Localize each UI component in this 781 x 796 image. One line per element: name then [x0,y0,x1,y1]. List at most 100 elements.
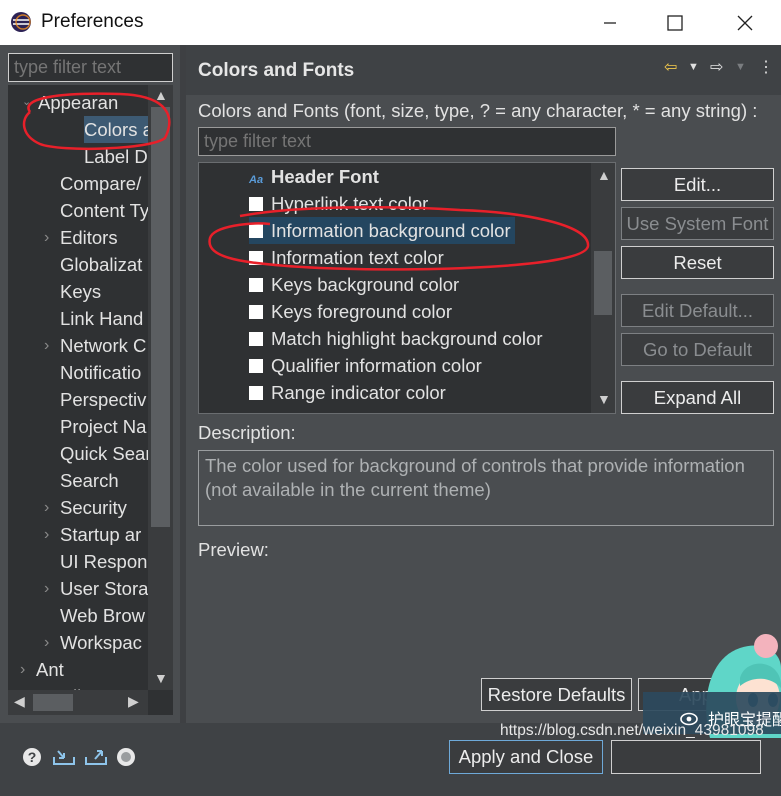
scroll-down-icon[interactable]: ▼ [597,391,611,407]
color-item[interactable]: Keys background color [249,271,459,298]
preference-tree: ⌄ Appearan Colors a Label D Compare/Content … [8,85,173,715]
collapsed-arrow-icon[interactable]: › [44,332,56,359]
color-swatch-icon [249,197,263,211]
tree-filter-input[interactable] [8,53,173,82]
export-icon[interactable] [84,747,108,767]
color-item[interactable]: Qualifier information color [249,352,482,379]
reset-button[interactable]: Reset [621,246,774,279]
tree-item-label: UI Respon [60,551,148,572]
back-arrow-icon[interactable]: ⇦ [664,57,677,77]
expanded-arrow-icon[interactable]: ⌄ [22,89,34,116]
page-header: Colors and Fonts ⇦ ▼ ⇨ ▼ ⋮ [186,45,781,95]
tree-item-label: Content Ty [60,200,148,221]
tree-item-label: Colors a [84,116,148,143]
collapsed-arrow-icon[interactable]: › [44,575,56,602]
description-label: Description: [198,422,296,443]
color-item[interactable]: Hyperlink text color [249,190,428,217]
tree-vertical-scrollbar[interactable]: ▲ ▼ [148,85,173,690]
cancel-button[interactable] [611,740,761,774]
scroll-right-icon[interactable]: ▶ [128,693,139,710]
tree-item-label: Web Brow [60,605,145,626]
description-text: The color used for background of control… [198,450,774,526]
eclipse-icon [11,12,31,32]
scroll-down-icon[interactable]: ▼ [154,670,168,686]
collapsed-arrow-icon[interactable]: › [20,656,32,683]
import-icon[interactable] [52,747,76,767]
tree-item[interactable]: Quick Sear [8,440,148,467]
oomph-record-icon[interactable] [116,747,136,767]
collapsed-arrow-icon[interactable]: › [44,629,56,656]
color-item[interactable]: Match highlight background color [249,325,543,352]
list-scroll-thumb[interactable] [594,251,612,315]
tree-item[interactable]: ⌄ Appearan [8,89,148,116]
minimize-button[interactable] [583,0,637,45]
color-item-label: Keys foreground color [271,301,452,322]
forward-arrow-icon[interactable]: ⇨ [710,57,723,77]
tree-item[interactable]: Notificatio [8,359,148,386]
tree-item[interactable]: › Network C [8,332,148,359]
tree-item[interactable]: Project Na [8,413,148,440]
color-swatch-icon [249,359,263,373]
back-menu-icon[interactable]: ▼ [688,61,699,73]
color-item[interactable]: Information background color [249,217,515,244]
tree-item[interactable]: › Security [8,494,148,521]
color-item[interactable]: Information text color [249,244,444,271]
tree-item[interactable]: › Startup ar [8,521,148,548]
color-item-label: Range indicator color [271,382,446,403]
list-vertical-scrollbar[interactable]: ▲ ▼ [591,163,615,413]
tree-item[interactable]: Keys [8,278,148,305]
tree-item[interactable]: UI Respon [8,548,148,575]
tree-item[interactable]: Web Brow [8,602,148,629]
tree-item[interactable]: Perspectiv [8,386,148,413]
tree-item[interactable]: Content Ty [8,197,148,224]
edit-button[interactable]: Edit... [621,168,774,201]
collapsed-arrow-icon[interactable]: › [44,224,56,251]
close-button[interactable] [718,0,772,45]
go-to-default-button[interactable]: Go to Default [621,333,774,366]
tree-item-label: Quick Sear [60,443,148,464]
help-icon[interactable]: ? [22,747,42,767]
tree-item[interactable]: › Ant [8,656,148,683]
maximize-icon [667,14,683,31]
tree-item[interactable]: › User Stora [8,575,148,602]
collapsed-arrow-icon[interactable]: › [44,494,56,521]
tree-item[interactable]: › Workspac [8,629,148,656]
use-system-font-button[interactable]: Use System Font [621,207,774,240]
tree-item-label: Keys [60,281,102,302]
tree-item[interactable]: Link Hand [8,305,148,332]
panel-splitter[interactable] [180,45,186,723]
tree-scroll-thumb[interactable] [151,107,170,527]
tree-item[interactable]: Colors a [8,116,148,143]
view-menu-icon[interactable]: ⋮ [758,57,774,77]
tree-item-label: Appearan [38,92,119,113]
color-item[interactable]: Range indicator color [249,379,446,406]
tree-item[interactable]: Globalizat [8,251,148,278]
colors-and-fonts-list: Aa Header Font Hyperlink text color Informa… [198,162,616,414]
tree-item[interactable]: › Editors [8,224,148,251]
scroll-left-icon[interactable]: ◀ [14,693,25,710]
colors-filter-input[interactable] [198,127,616,156]
tree-item[interactable]: Label D [8,143,148,170]
color-item-label: Information text color [271,247,444,268]
restore-defaults-button[interactable]: Restore Defaults [481,678,632,711]
tree-item[interactable]: › Gradl [8,683,148,690]
scroll-up-icon[interactable]: ▲ [597,167,611,183]
color-swatch-icon [249,278,263,292]
tree-hscroll-thumb[interactable] [33,694,73,711]
tree-item[interactable]: Search [8,467,148,494]
collapsed-arrow-icon[interactable]: › [20,683,32,690]
font-item[interactable]: Aa Header Font [249,163,379,190]
color-item[interactable]: Keys foreground color [249,298,452,325]
apply-and-close-button[interactable]: Apply and Close [449,740,603,774]
page-description: Colors and Fonts (font, size, type, ? = … [198,100,758,121]
tree-item-label: User Stora [60,578,148,599]
maximize-button[interactable] [648,0,702,45]
collapsed-arrow-icon[interactable]: › [44,521,56,548]
tree-item-label: Editors [60,227,118,248]
page-title: Colors and Fonts [198,60,355,81]
expand-all-button[interactable]: Expand All [621,381,774,414]
tree-item[interactable]: Compare/ [8,170,148,197]
tree-horizontal-scrollbar[interactable]: ◀ ▶ [8,690,148,715]
edit-default-button[interactable]: Edit Default... [621,294,774,327]
scroll-up-icon[interactable]: ▲ [154,87,168,103]
